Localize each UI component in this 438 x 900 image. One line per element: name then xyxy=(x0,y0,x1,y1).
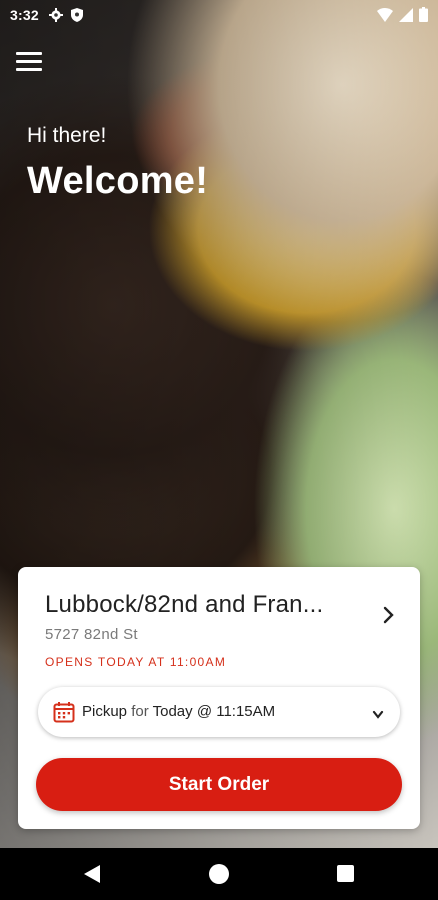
location-name[interactable]: Lubbock/82nd and Fran... xyxy=(45,591,365,619)
pickup-time-selector[interactable]: Pickup for Today @ 11:15AM xyxy=(38,687,400,737)
signal-icon xyxy=(399,7,413,25)
home-icon[interactable] xyxy=(209,864,229,884)
location-card: Lubbock/82nd and Fran... 5727 82nd St OP… xyxy=(18,567,420,829)
pickup-mode: Pickup xyxy=(82,703,128,720)
pickup-for: for xyxy=(131,703,149,720)
location-address: 5727 82nd St xyxy=(45,626,138,643)
gear-icon xyxy=(48,8,63,22)
system-nav-bar xyxy=(0,848,438,900)
hamburger-menu-icon[interactable] xyxy=(16,52,42,74)
greeting-text: Hi there! xyxy=(27,124,107,147)
status-bar: 3:32 xyxy=(0,0,438,30)
back-icon[interactable] xyxy=(83,864,101,884)
pickup-when: Today @ 11:15AM xyxy=(152,703,276,720)
wifi-icon xyxy=(377,7,393,25)
calendar-icon xyxy=(53,701,75,723)
chevron-down-icon xyxy=(372,707,384,719)
chevron-right-icon[interactable] xyxy=(382,605,396,625)
recents-icon[interactable] xyxy=(337,865,354,882)
status-time: 3:32 xyxy=(10,7,39,23)
welcome-heading: Welcome! xyxy=(27,160,209,202)
start-order-button[interactable]: Start Order xyxy=(36,758,402,811)
pickup-label: Pickup for Today @ 11:15AM xyxy=(82,703,275,720)
shield-icon xyxy=(70,8,85,22)
location-hours: OPENS TODAY AT 11:00AM xyxy=(45,655,227,669)
battery-icon xyxy=(419,7,428,25)
